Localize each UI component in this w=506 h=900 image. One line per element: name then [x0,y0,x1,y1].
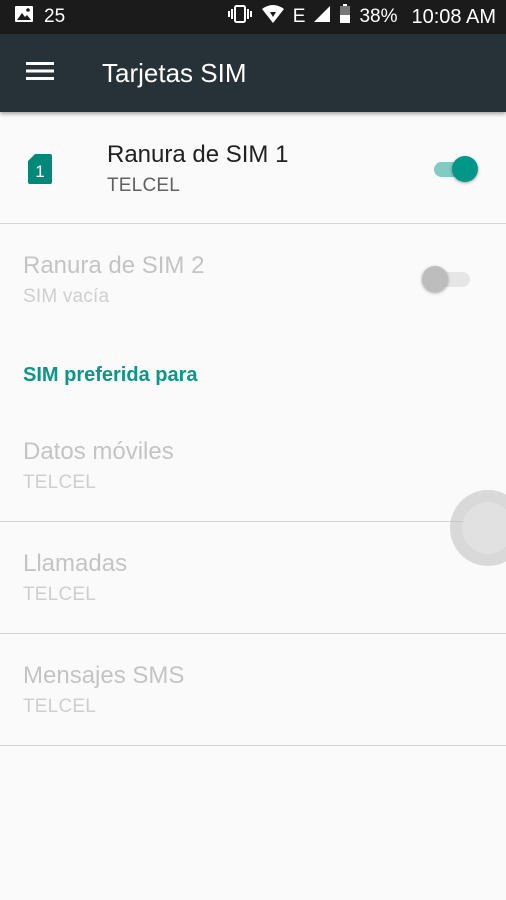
divider [0,745,506,746]
battery-icon [339,4,351,30]
sim-slot-2-row: Ranura de SIM 2 SIM vacía [0,224,506,334]
mobile-data-summary: TELCEL [23,472,97,493]
image-notification-icon [14,5,34,29]
app-bar: Tarjetas SIM [0,34,506,112]
clock: 10:08 AM [411,5,496,28]
vibrate-icon [227,4,253,30]
sim-slot-2-switch [422,265,472,293]
sms-summary: TELCEL [23,696,97,717]
sim-slot-1-carrier: TELCEL [107,175,181,196]
battery-percentage: 38% [359,6,398,27]
mobile-data-title: Datos móviles [23,438,174,465]
preferred-sim-category: SIM preferida para [0,362,506,392]
sim-card-icon: 1 [28,154,52,189]
category-title: SIM preferida para [23,364,198,386]
calls-row: Llamadas TELCEL [0,522,506,633]
sim-slot-1-title: Ranura de SIM 1 [107,141,289,168]
hamburger-menu-icon [26,61,54,86]
sim-slot-1-row[interactable]: 1 Ranura de SIM 1 TELCEL [0,113,506,223]
mobile-data-row: Datos móviles TELCEL [0,410,506,521]
sim-slot-2-title: Ranura de SIM 2 [23,252,205,279]
network-type: E [292,6,306,27]
menu-button[interactable] [0,34,80,112]
sms-row: Mensajes SMS TELCEL [0,634,506,745]
status-bar: 25 E 38% 10:08 AM [0,0,506,34]
calls-summary: TELCEL [23,584,97,605]
sim-card-number: 1 [35,162,44,181]
sim-slot-1-switch[interactable] [432,155,482,183]
notification-count: 25 [44,6,66,27]
calls-title: Llamadas [23,550,128,577]
signal-icon [313,5,331,29]
sms-title: Mensajes SMS [23,662,185,689]
wifi-icon [261,4,285,30]
page-title: Tarjetas SIM [102,57,247,88]
sim-slot-2-status: SIM vacía [23,286,110,307]
